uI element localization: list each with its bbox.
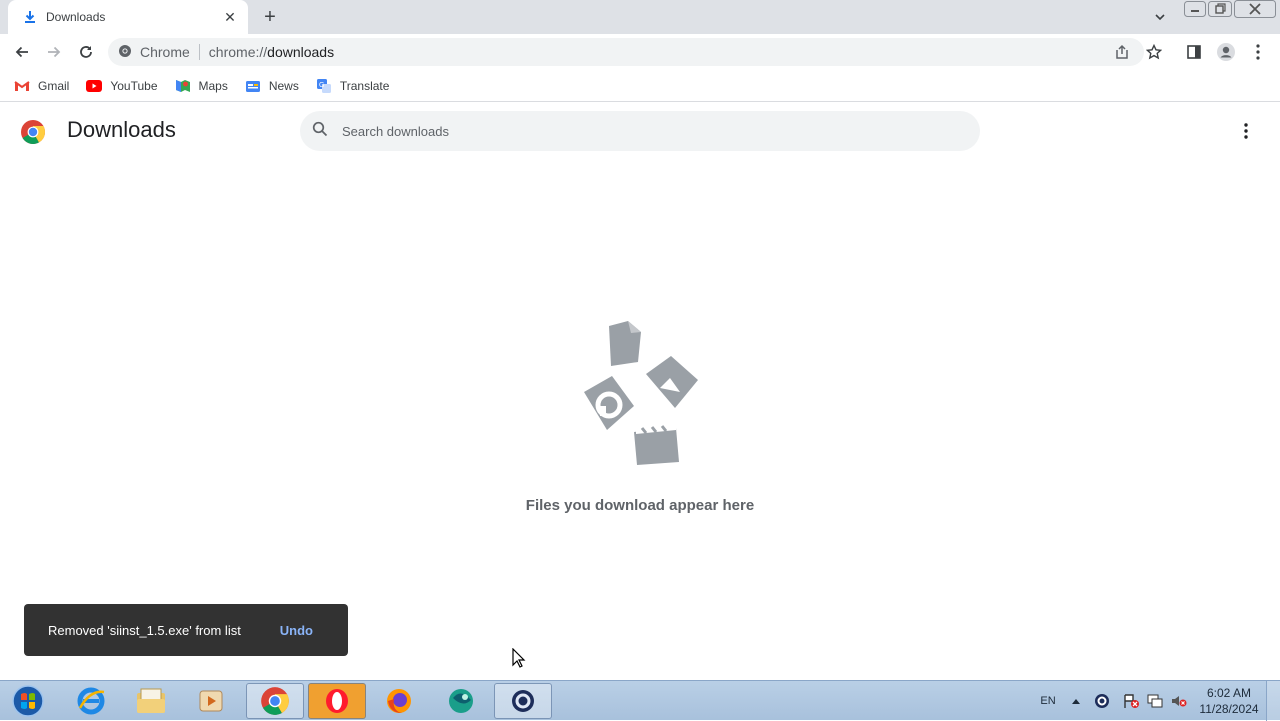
gmail-icon [14,78,30,94]
taskbar-app-search-icon[interactable] [494,683,552,719]
bookmarks-bar: Gmail YouTube Maps News G Translate [0,70,1280,102]
clock-date: 11/28/2024 [1199,702,1259,716]
show-desktop-button[interactable] [1266,681,1280,721]
taskbar-firefox-icon[interactable] [370,683,428,719]
site-label: Chrome [140,44,190,60]
download-icon [22,9,38,25]
chrome-menu-icon[interactable] [1246,40,1270,64]
maps-icon [175,78,191,94]
tray-app-icon[interactable] [1092,681,1112,721]
search-icon [312,121,328,142]
taskbar-chrome-icon[interactable] [246,683,304,719]
forward-button[interactable] [42,40,66,64]
close-tab-icon[interactable]: ✕ [222,9,238,25]
volume-muted-icon[interactable] [1168,681,1190,721]
bookmark-gmail[interactable]: Gmail [14,78,69,94]
close-window-button[interactable] [1234,0,1276,18]
system-clock[interactable]: 6:02 AM 11/28/2024 [1196,685,1262,717]
taskbar-opera-icon[interactable] [308,683,366,719]
restore-button[interactable] [1208,0,1232,18]
mouse-cursor-icon [512,647,526,673]
back-button[interactable] [10,40,34,64]
bookmark-label: Maps [198,78,228,93]
bookmark-label: YouTube [110,78,158,93]
tab-strip: Downloads ✕ + [0,0,1280,34]
address-bar[interactable]: Chrome chrome://downloads [108,38,1144,66]
url-scheme: chrome:// [208,44,268,60]
tray-chevron-up-icon[interactable] [1068,681,1084,721]
empty-downloads-illustration [576,316,704,468]
search-input[interactable] [342,123,942,139]
bookmark-youtube[interactable]: YouTube [86,78,158,94]
chrome-site-icon [118,44,132,61]
empty-message: Files you download appear here [525,497,755,514]
start-button[interactable] [2,683,54,719]
downloads-header: Downloads [0,103,1280,159]
bookmark-translate[interactable]: G Translate [316,78,390,94]
network-icon[interactable] [1144,681,1166,721]
taskbar-explorer-icon[interactable] [122,683,180,719]
url-host: downloads [267,44,335,60]
chrome-logo-icon [20,119,46,145]
tab-downloads[interactable]: Downloads ✕ [8,0,248,34]
share-icon[interactable] [1110,40,1134,64]
taskbar-app-green-icon[interactable] [432,683,490,719]
bookmark-news[interactable]: News [245,78,299,94]
youtube-icon [86,78,103,94]
removed-toast: Removed 'siinst_1.5.exe' from list Undo [24,604,348,656]
taskbar-media-icon[interactable] [182,683,240,719]
language-indicator[interactable]: EN [1036,681,1060,721]
side-panel-icon[interactable] [1182,40,1206,64]
toast-message: Removed 'siinst_1.5.exe' from list [48,622,241,638]
chevron-down-icon[interactable] [1150,8,1170,26]
more-options-icon[interactable] [1234,119,1258,143]
search-box [300,111,980,151]
bookmark-label: Translate [339,78,390,93]
taskbar-ie-icon[interactable] [62,683,120,719]
tab-title: Downloads [46,10,106,24]
translate-icon: G [316,78,332,94]
svg-text:G: G [319,82,324,89]
reload-button[interactable] [74,40,98,64]
new-tab-button[interactable]: + [258,6,282,28]
windows-taskbar: EN 6:02 AM 11/28/2024 [0,680,1280,721]
bookmark-label: News [268,78,299,93]
omnibox-divider [198,44,200,60]
action-center-flag-icon[interactable] [1120,681,1142,721]
clock-time: 6:02 AM [1206,686,1252,700]
bookmark-label: Gmail [38,78,70,93]
bookmark-maps[interactable]: Maps [175,78,228,94]
news-icon [245,78,261,94]
page-title: Downloads [67,117,176,142]
minimize-button[interactable] [1184,0,1206,18]
undo-button[interactable]: Undo [280,623,313,638]
url-text: chrome://downloads [209,44,334,60]
bookmark-star-icon[interactable] [1142,40,1166,64]
profile-icon[interactable] [1214,40,1238,64]
